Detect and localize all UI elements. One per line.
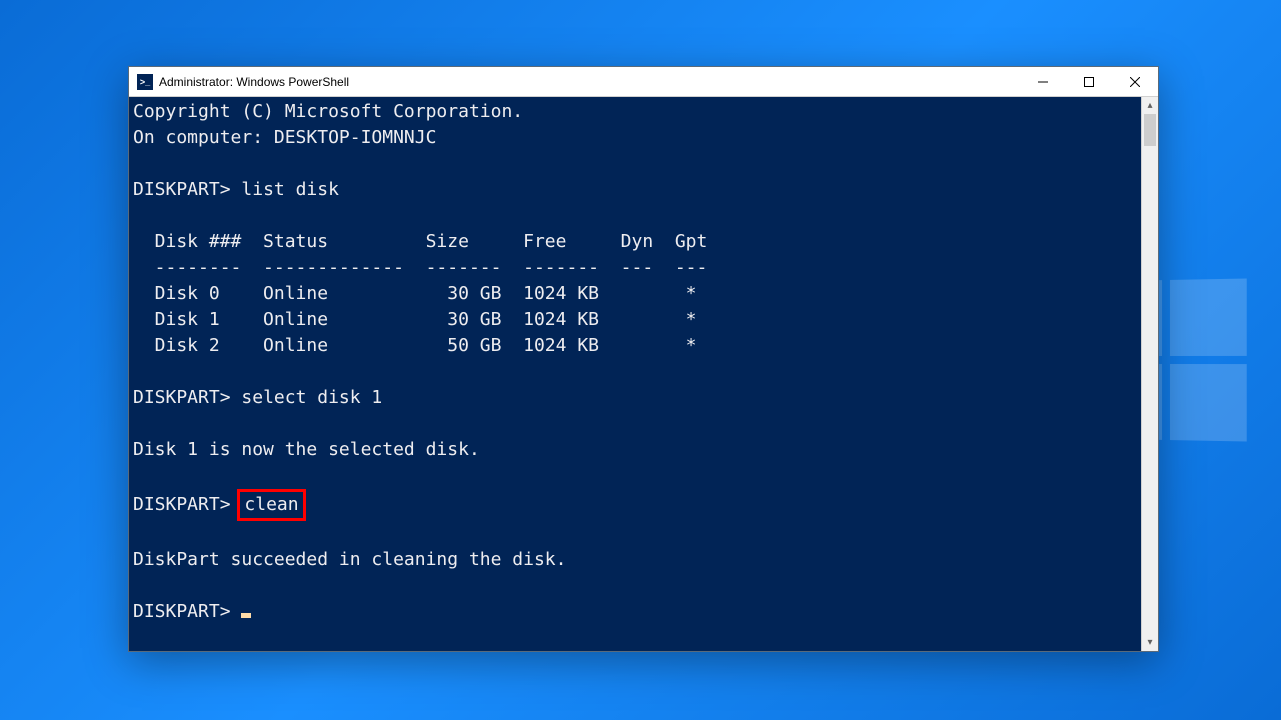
- scroll-down-arrow[interactable]: ▾: [1142, 634, 1158, 651]
- terminal-cursor: [241, 613, 251, 618]
- scroll-up-arrow[interactable]: ▴: [1142, 97, 1158, 114]
- disk-table-divider: -------- ------------- ------- ------- -…: [133, 257, 707, 278]
- disk-row: Disk 1 Online 30 GB 1024 KB *: [133, 309, 697, 330]
- terminal-output[interactable]: Copyright (C) Microsoft Corporation. On …: [129, 97, 1141, 651]
- prompt: DISKPART>: [133, 494, 231, 515]
- prompt: DISKPART>: [133, 601, 231, 622]
- disk-row: Disk 0 Online 30 GB 1024 KB *: [133, 283, 697, 304]
- highlighted-clean-command: clean: [237, 489, 305, 521]
- msg-clean-success: DiskPart succeeded in cleaning the disk.: [133, 549, 566, 570]
- maximize-button[interactable]: [1066, 67, 1112, 97]
- copyright-line: Copyright (C) Microsoft Corporation.: [133, 101, 523, 122]
- prompt: DISKPART>: [133, 179, 231, 200]
- vertical-scrollbar[interactable]: ▴ ▾: [1141, 97, 1158, 651]
- cmd-select-disk: select disk 1: [241, 387, 382, 408]
- disk-row: Disk 2 Online 50 GB 1024 KB *: [133, 335, 697, 356]
- computer-line: On computer: DESKTOP-IOMNNJC: [133, 127, 436, 148]
- close-icon: [1130, 77, 1140, 87]
- minimize-button[interactable]: [1020, 67, 1066, 97]
- close-button[interactable]: [1112, 67, 1158, 97]
- prompt: DISKPART>: [133, 387, 231, 408]
- msg-selected: Disk 1 is now the selected disk.: [133, 439, 480, 460]
- powershell-window: >_ Administrator: Windows PowerShell Cop…: [128, 66, 1159, 652]
- disk-table-header: Disk ### Status Size Free Dyn Gpt: [133, 231, 707, 252]
- minimize-icon: [1038, 77, 1048, 87]
- maximize-icon: [1084, 77, 1094, 87]
- cmd-list-disk: list disk: [241, 179, 339, 200]
- titlebar[interactable]: >_ Administrator: Windows PowerShell: [129, 67, 1158, 97]
- window-title: Administrator: Windows PowerShell: [159, 75, 349, 89]
- powershell-icon: >_: [137, 74, 153, 90]
- scrollbar-thumb[interactable]: [1144, 114, 1156, 146]
